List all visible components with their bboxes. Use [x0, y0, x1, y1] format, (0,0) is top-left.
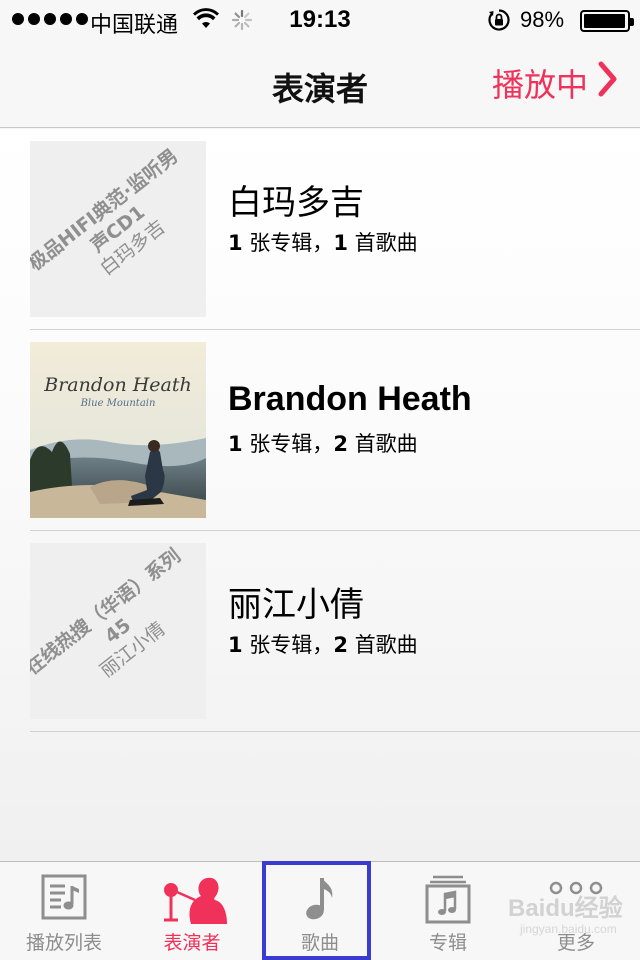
tab-label: 表演者 — [163, 932, 221, 954]
album-unit: 张专辑， — [242, 432, 334, 456]
artwork-script-title: Brandon Heath — [44, 374, 192, 396]
song-unit: 首歌曲 — [347, 231, 418, 255]
artist-name: 丽江小倩 — [228, 585, 364, 625]
album-artwork: 在线热搜（华语）系列45 丽江小倩 — [30, 543, 206, 719]
tab-albums[interactable]: 专辑 — [384, 862, 512, 960]
album-unit: 张专辑， — [242, 231, 334, 255]
rotation-lock-icon — [487, 8, 511, 39]
tab-artists[interactable]: 表演者 — [128, 862, 256, 960]
tab-label: 专辑 — [428, 932, 467, 954]
song-count: 2 — [333, 633, 348, 657]
status-bar: 中国联通 19:13 98% — [0, 0, 640, 40]
artist-icon — [128, 874, 256, 924]
watermark-text: Baidu经验 — [508, 895, 623, 922]
artist-name: Brandon Heath — [228, 380, 472, 418]
now-playing-button[interactable]: 播放中 — [492, 60, 618, 106]
artist-stats: 1 张专辑，1 首歌曲 — [228, 227, 418, 257]
song-unit: 首歌曲 — [347, 432, 418, 456]
album-icon — [384, 874, 512, 924]
song-count: 2 — [333, 432, 348, 456]
tab-label: 播放列表 — [25, 932, 102, 954]
tab-playlists[interactable]: 播放列表 — [0, 862, 128, 960]
song-count: 1 — [333, 231, 348, 255]
song-unit: 首歌曲 — [347, 633, 418, 657]
album-count: 1 — [228, 432, 243, 456]
watermark-url: jingyan.baidu.com — [520, 922, 617, 936]
battery-percentage: 98% — [520, 7, 565, 32]
list-item[interactable]: 极品HIFI典范·监听男声CD1 白玛多吉 白玛多吉 1 张专辑，1 首歌曲 — [0, 129, 640, 330]
artist-stats: 1 张专辑，2 首歌曲 — [228, 428, 418, 458]
chevron-right-icon — [598, 61, 618, 105]
list-item[interactable]: 在线热搜（华语）系列45 丽江小倩 丽江小倩 1 张专辑，2 首歌曲 — [0, 531, 640, 732]
now-playing-label: 播放中 — [491, 66, 588, 104]
album-artwork: Brandon Heath Blue Mountain — [30, 342, 206, 518]
list-item[interactable]: Brandon Heath Blue Mountain Brandon Heat… — [0, 330, 640, 531]
artist-stats: 1 张专辑，2 首歌曲 — [228, 629, 418, 659]
artwork-script-subtitle: Blue Mountain — [80, 398, 156, 409]
album-unit: 张专辑， — [242, 633, 334, 657]
album-artwork: 极品HIFI典范·监听男声CD1 白玛多吉 — [30, 141, 206, 317]
playlist-icon — [0, 874, 128, 920]
selection-highlight — [262, 861, 371, 960]
artist-list: 极品HIFI典范·监听男声CD1 白玛多吉 白玛多吉 1 张专辑，1 首歌曲 B… — [0, 129, 640, 861]
battery-icon — [580, 10, 634, 32]
album-count: 1 — [228, 231, 243, 255]
row-divider — [30, 731, 640, 732]
navigation-bar: 表演者 播放中 — [0, 40, 640, 128]
artist-name: 白玛多吉 — [228, 183, 364, 223]
album-count: 1 — [228, 633, 243, 657]
